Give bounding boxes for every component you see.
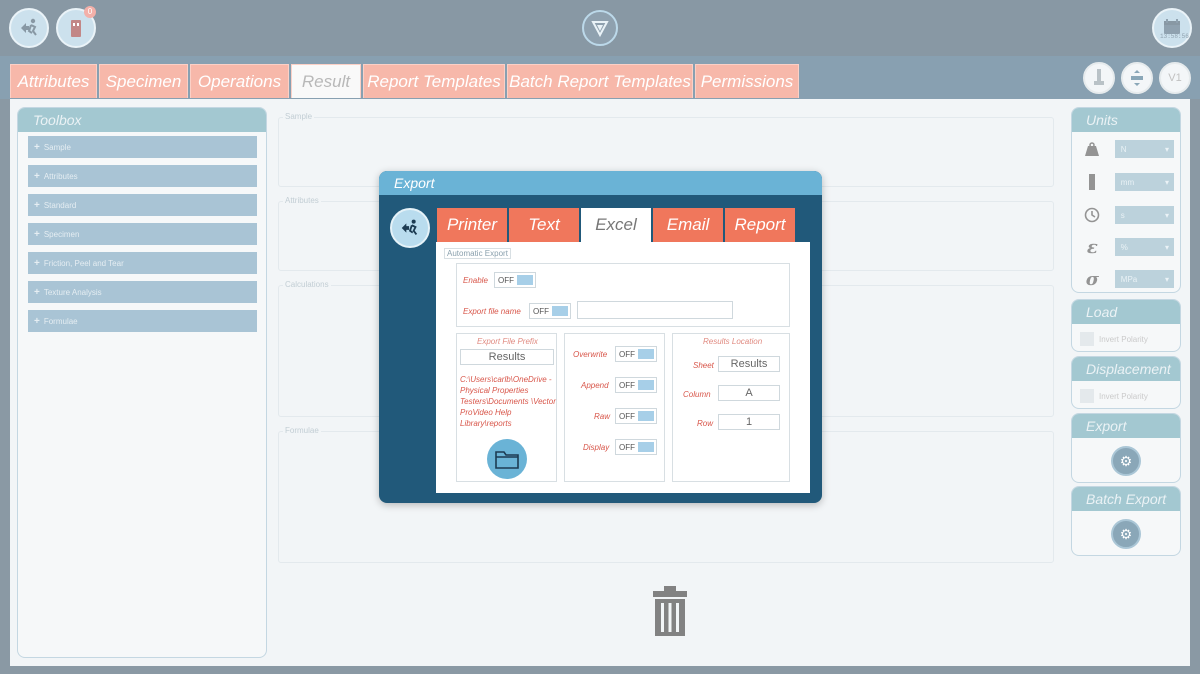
toggle-state: OFF — [619, 442, 635, 452]
dialog-tab-report[interactable]: Report — [725, 208, 795, 242]
write-options-group: Overwrite OFF Append OFF Raw OFF Display… — [564, 333, 665, 482]
append-toggle[interactable]: OFF — [615, 377, 657, 393]
row-label: Row — [697, 419, 714, 428]
toggle-knob — [638, 411, 654, 421]
toggle-knob — [638, 380, 654, 390]
toggle-knob — [638, 442, 654, 452]
sheet-label: Sheet — [693, 361, 714, 370]
browse-folder-button[interactable] — [487, 439, 527, 479]
excel-tab-content: Automatic Export Enable OFF Export file … — [436, 242, 810, 493]
overwrite-label: Overwrite — [573, 350, 608, 359]
dialog-exit-button[interactable] — [390, 208, 430, 248]
toggle-state: OFF — [619, 411, 635, 421]
enable-label: Enable — [463, 276, 488, 285]
append-label: Append — [581, 381, 609, 390]
display-label: Display — [583, 443, 610, 452]
overwrite-toggle[interactable]: OFF — [615, 346, 657, 362]
enable-toggle[interactable]: OFF — [494, 272, 536, 288]
dialog-tab-excel[interactable]: Excel — [581, 208, 651, 242]
toggle-knob — [517, 275, 533, 285]
toggle-state: OFF — [533, 306, 549, 316]
running-exit-icon — [401, 219, 418, 235]
export-file-name-toggle[interactable]: OFF — [529, 303, 571, 319]
export-dialog: Export Printer Text Excel Email Report A… — [379, 171, 822, 503]
sheet-input[interactable]: Results — [718, 356, 780, 372]
column-label: Column — [683, 390, 711, 399]
results-location-legend: Results Location — [703, 337, 763, 346]
column-input[interactable]: A — [718, 385, 780, 401]
folder-icon — [495, 451, 519, 469]
toggle-knob — [552, 306, 568, 316]
toggle-state: OFF — [619, 380, 635, 390]
raw-label: Raw — [594, 412, 611, 421]
automatic-export-legend: Automatic Export — [444, 248, 511, 259]
export-path-text: C:\Users\carlb\OneDrive - Physical Prope… — [460, 375, 556, 428]
display-toggle[interactable]: OFF — [615, 439, 657, 455]
automatic-export-group: Enable OFF Export file name OFF — [456, 263, 790, 327]
row-input[interactable]: 1 — [718, 414, 780, 430]
export-file-name-label: Export file name — [463, 307, 521, 316]
export-file-prefix-input[interactable]: Results — [460, 349, 554, 365]
toggle-state: OFF — [498, 275, 514, 285]
dialog-tab-email[interactable]: Email — [653, 208, 723, 242]
toggle-state: OFF — [619, 349, 635, 359]
export-file-prefix-legend: Export File Prefix — [477, 337, 538, 346]
dialog-tab-printer[interactable]: Printer — [437, 208, 507, 242]
export-file-prefix-group: Export File Prefix Results C:\Users\carl… — [456, 333, 557, 482]
raw-toggle[interactable]: OFF — [615, 408, 657, 424]
export-file-name-input[interactable] — [577, 301, 733, 319]
toggle-knob — [638, 349, 654, 359]
export-dialog-title: Export — [379, 171, 822, 195]
dialog-tab-text[interactable]: Text — [509, 208, 579, 242]
results-location-group: Results Location Sheet Results Column A … — [672, 333, 790, 482]
